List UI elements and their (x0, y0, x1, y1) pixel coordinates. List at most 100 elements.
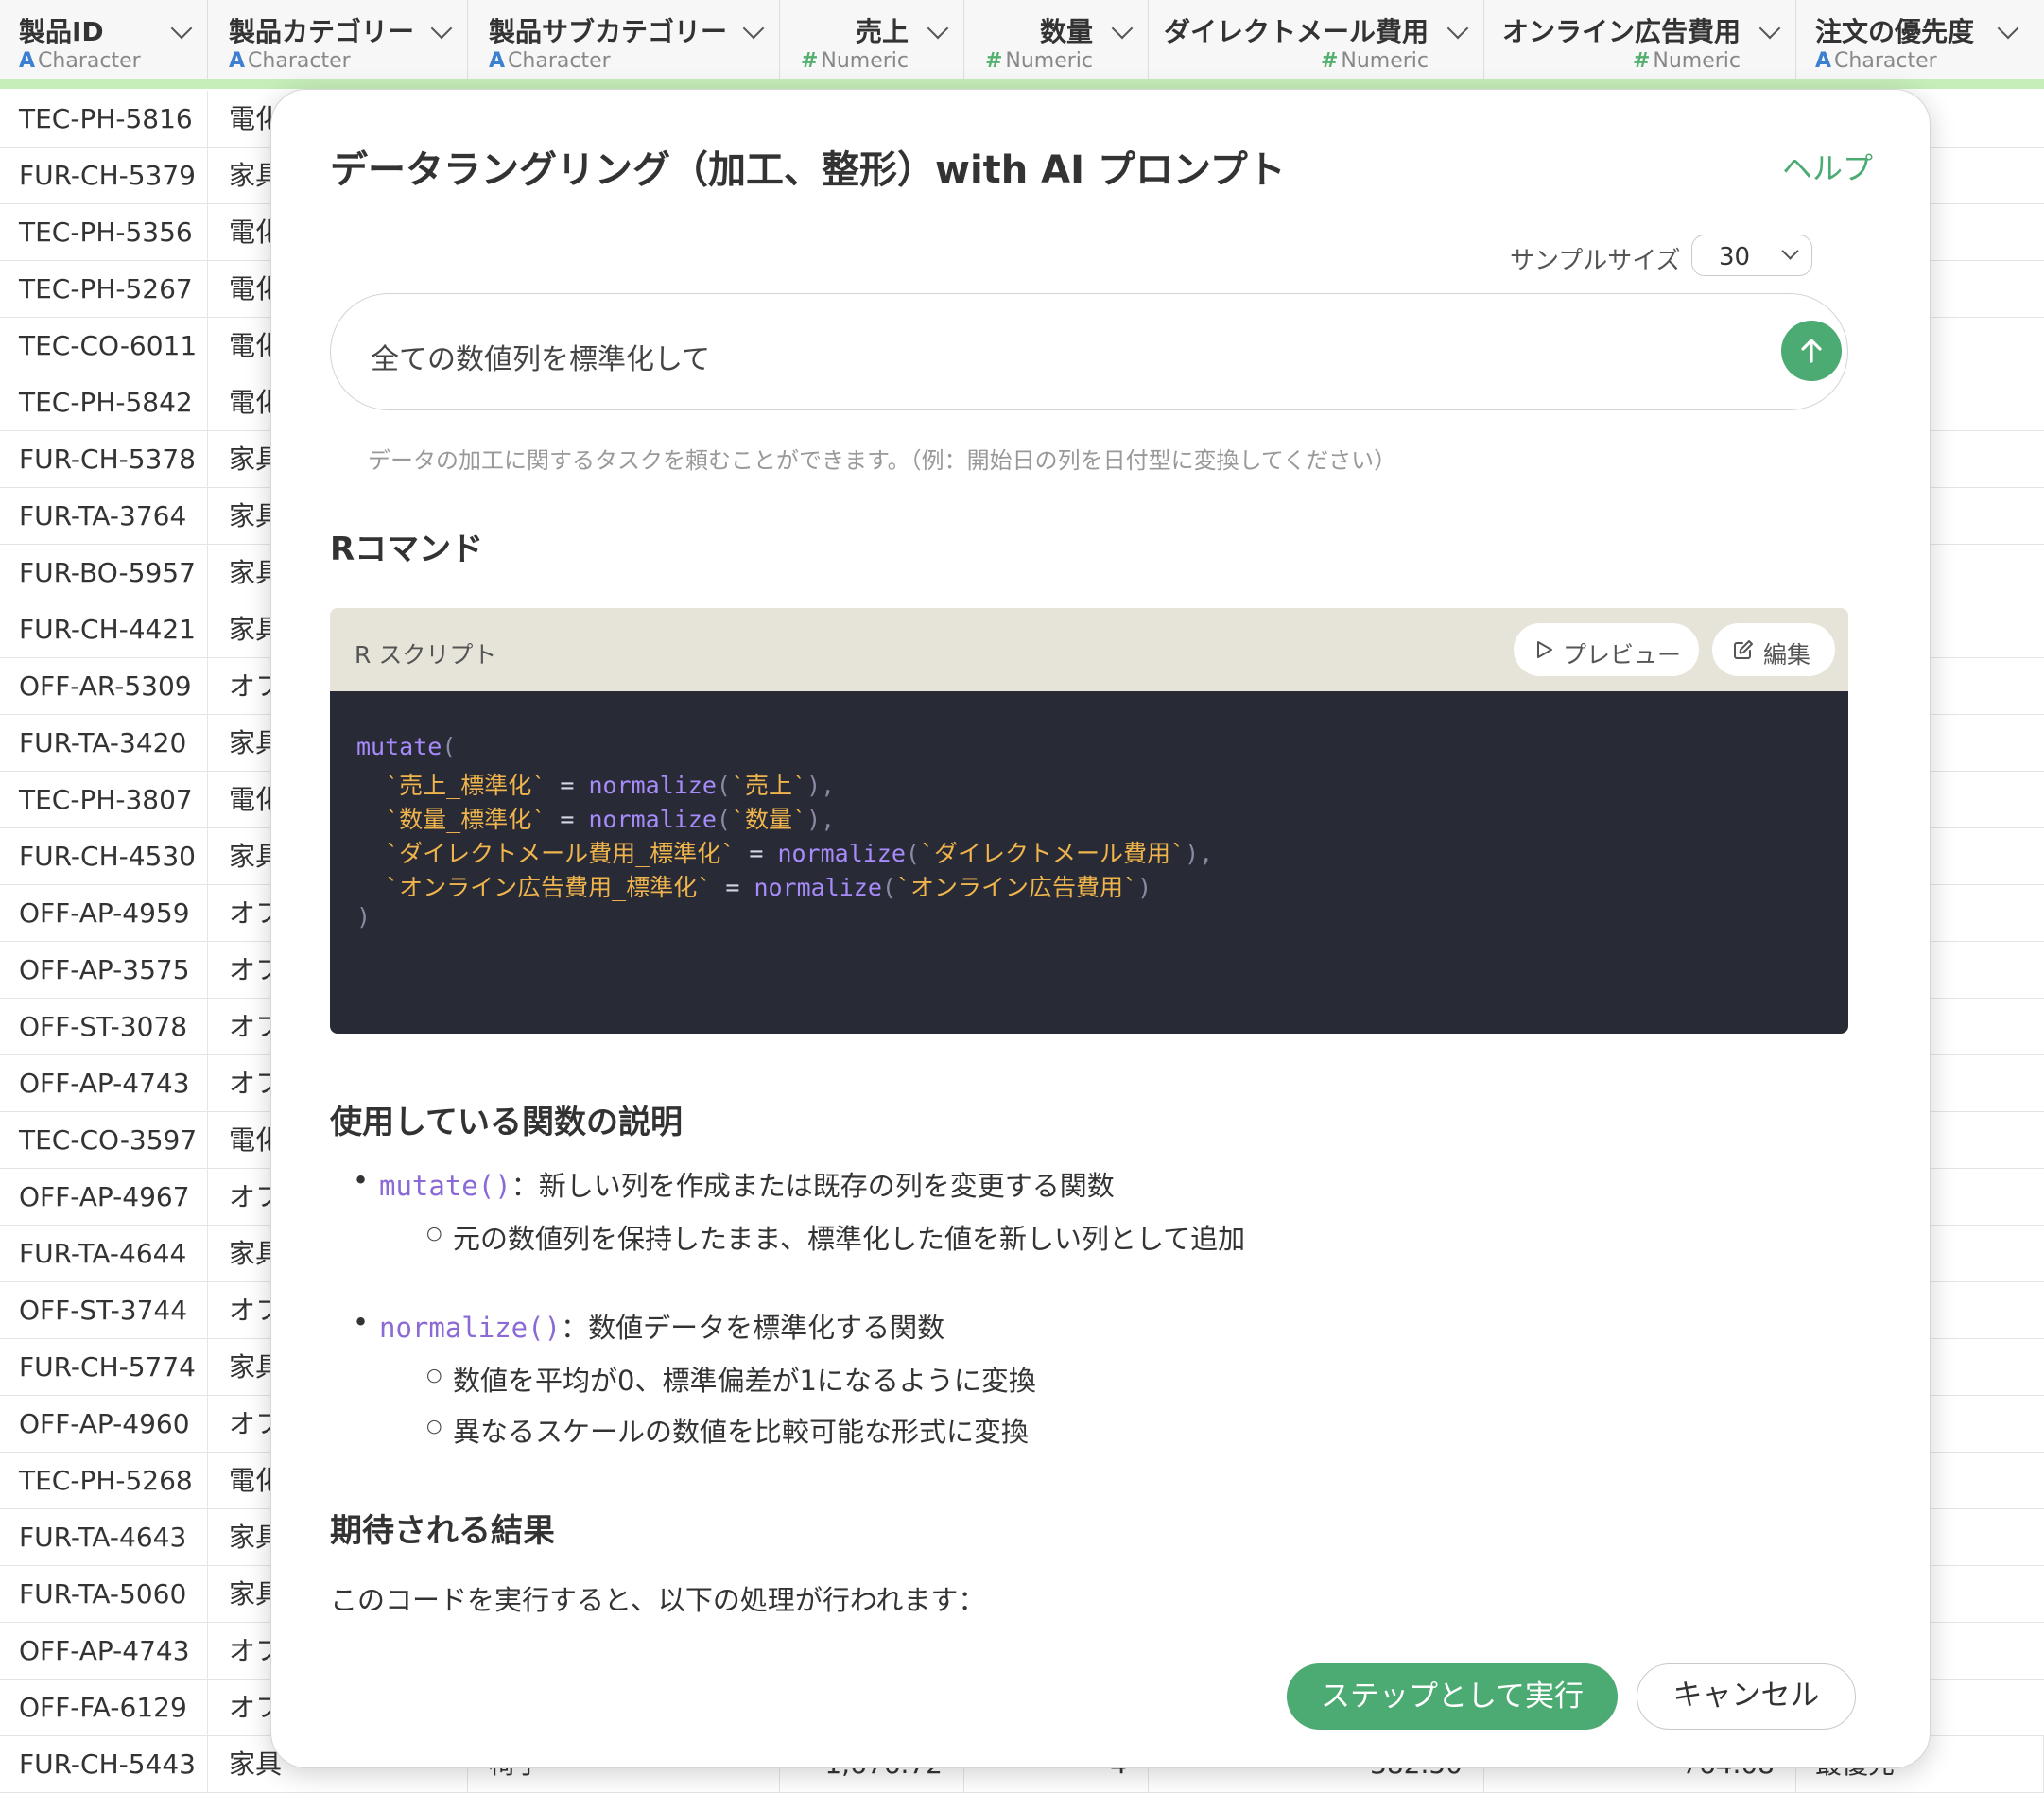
column-name: 数量 (1039, 16, 1093, 47)
cell-product-id[interactable]: TEC-CO-3597 (0, 1112, 208, 1169)
function-explanation-heading: 使用している関数の説明 (330, 1104, 683, 1141)
r-script-panel: R スクリプト プレビュー 編集 mutate( `売上_標準化` = norm… (330, 608, 1848, 1034)
play-icon (1537, 641, 1552, 658)
character-type-icon: A (489, 49, 506, 73)
code-block[interactable]: mutate( `売上_標準化` = normalize(`売上`), `数量_… (330, 691, 1848, 1034)
r-script-header: R スクリプト プレビュー 編集 (330, 608, 1848, 691)
column-name: 製品サブカテゴリー (489, 16, 728, 47)
chevron-down-icon[interactable] (927, 17, 949, 40)
column-type: A Character (489, 49, 611, 73)
cell-product-id[interactable]: TEC-PH-5816 (0, 91, 208, 148)
chevron-down-icon[interactable] (1111, 17, 1134, 40)
cell-product-id[interactable]: FUR-CH-4421 (0, 601, 208, 658)
function-name: normalize() (379, 1312, 562, 1344)
chevron-down-icon[interactable] (170, 17, 193, 40)
column-header-sales[interactable]: 売上 # Numeric (780, 0, 964, 79)
cell-product-id[interactable]: FUR-CH-5379 (0, 148, 208, 204)
numeric-type-icon: # (984, 49, 1003, 73)
cell-product-id[interactable]: OFF-AP-4959 (0, 885, 208, 942)
edit-icon (1734, 640, 1753, 659)
cell-product-id[interactable]: TEC-PH-3807 (0, 772, 208, 828)
column-header-quantity[interactable]: 数量 # Numeric (964, 0, 1149, 79)
r-script-label: R スクリプト (355, 641, 497, 669)
function-name: mutate() (379, 1170, 511, 1202)
chevron-down-icon (1781, 242, 1799, 260)
grid-header: 製品ID A Character 製品カテゴリー A Character 製品サブカ… (0, 0, 2044, 80)
column-header-order-priority[interactable]: 注文の優先度 A Character (1796, 0, 2044, 79)
column-header-direct-mail-cost[interactable]: ダイレクトメール費用 # Numeric (1149, 0, 1484, 79)
numeric-type-icon: # (1320, 49, 1339, 73)
edit-button[interactable]: 編集 (1712, 623, 1835, 676)
header-underline (0, 79, 2044, 89)
cell-product-id[interactable]: OFF-FA-6129 (0, 1680, 208, 1736)
edit-label: 編集 (1763, 641, 1811, 669)
chevron-down-icon[interactable] (1997, 17, 2019, 40)
character-type-icon: A (19, 49, 36, 73)
column-header-product-subcategory[interactable]: 製品サブカテゴリー A Character (468, 0, 780, 79)
list-subitem: 異なるスケールの数値を比較可能な形式に変換 (426, 1410, 1029, 1450)
column-header-online-ad-cost[interactable]: オンライン広告費用 # Numeric (1484, 0, 1796, 79)
column-name: 売上 (855, 16, 909, 47)
cell-product-id[interactable]: OFF-AP-4960 (0, 1396, 208, 1453)
help-link[interactable]: ヘルプ (1782, 145, 1873, 188)
prompt-hint: データの加工に関するタスクを頼むことができます。（例：開始日の列を日付型に変換し… (368, 447, 1397, 474)
cell-product-id[interactable]: FUR-CH-4530 (0, 828, 208, 885)
chevron-down-icon[interactable] (1758, 17, 1781, 40)
column-type: # Numeric (1632, 49, 1741, 73)
chevron-down-icon[interactable] (742, 17, 765, 40)
preview-button[interactable]: プレビュー (1514, 623, 1699, 676)
column-header-product-id[interactable]: 製品ID A Character (0, 0, 208, 79)
sample-size-select[interactable]: 30 (1691, 235, 1812, 276)
code-line: `売上_標準化` = normalize(`売上`), (385, 772, 836, 799)
cell-product-id[interactable]: TEC-CO-6011 (0, 318, 208, 374)
cell-product-id[interactable]: FUR-BO-5957 (0, 545, 208, 601)
function-description: ：数値データを標準化する関数 (561, 1312, 945, 1344)
cell-product-id[interactable]: FUR-TA-3420 (0, 715, 208, 772)
character-type-icon: A (1815, 49, 1832, 73)
cell-product-id[interactable]: FUR-CH-5443 (0, 1736, 208, 1793)
dialog-title: データラングリング（加工、整形）with AI プロンプト (330, 148, 1286, 192)
list-item: mutate()：新しい列を作成または既存の列を変更する関数 (353, 1164, 1115, 1204)
code-line: ) (356, 903, 372, 931)
chevron-down-icon[interactable] (1446, 17, 1469, 40)
cell-product-id[interactable]: OFF-AP-3575 (0, 942, 208, 999)
column-header-product-category[interactable]: 製品カテゴリー A Character (208, 0, 468, 79)
function-description: ：新しい列を作成または既存の列を変更する関数 (511, 1170, 1115, 1202)
cell-product-id[interactable]: FUR-TA-3764 (0, 488, 208, 545)
column-name: 製品ID (19, 16, 104, 47)
code-line: `ダイレクトメール費用_標準化` = normalize(`ダイレクトメール費用… (385, 840, 1214, 867)
column-type: # Numeric (800, 49, 909, 73)
cell-product-id[interactable]: OFF-AP-4743 (0, 1055, 208, 1112)
column-type: # Numeric (984, 49, 1093, 73)
cell-product-id[interactable]: FUR-TA-4643 (0, 1509, 208, 1566)
prompt-text[interactable]: 全ての数値列を標準化して (371, 336, 710, 377)
code-line: mutate( (356, 733, 457, 760)
cell-product-id[interactable]: OFF-ST-3078 (0, 999, 208, 1055)
cell-product-id[interactable]: TEC-PH-5842 (0, 374, 208, 431)
ai-prompt-dialog: データラングリング（加工、整形）with AI プロンプト ヘルプ サンプルサイ… (270, 89, 1931, 1768)
cell-product-id[interactable]: TEC-PH-5356 (0, 204, 208, 261)
cell-product-id[interactable]: OFF-AR-5309 (0, 658, 208, 715)
prompt-input[interactable]: 全ての数値列を標準化して (330, 293, 1848, 410)
numeric-type-icon: # (1632, 49, 1651, 73)
column-name: 注文の優先度 (1815, 16, 1975, 47)
chevron-down-icon[interactable] (430, 17, 453, 40)
cell-product-id[interactable]: FUR-TA-4644 (0, 1226, 208, 1282)
cell-product-id[interactable]: OFF-ST-3744 (0, 1282, 208, 1339)
cell-product-id[interactable]: OFF-AP-4967 (0, 1169, 208, 1226)
column-type: A Character (19, 49, 141, 73)
arrow-up-icon (1801, 339, 1822, 363)
send-button[interactable] (1781, 321, 1842, 381)
expected-result-heading: 期待される結果 (330, 1512, 555, 1550)
column-type: A Character (1815, 49, 1937, 73)
cell-product-id[interactable]: FUR-TA-5060 (0, 1566, 208, 1623)
cell-product-id[interactable]: TEC-PH-5267 (0, 261, 208, 318)
cell-product-id[interactable]: TEC-PH-5268 (0, 1453, 208, 1509)
run-as-step-button[interactable]: ステップとして実行 (1287, 1663, 1618, 1730)
cell-product-id[interactable]: FUR-CH-5774 (0, 1339, 208, 1396)
cell-product-id[interactable]: OFF-AP-4743 (0, 1623, 208, 1680)
cell-product-id[interactable]: FUR-CH-5378 (0, 431, 208, 488)
cancel-button[interactable]: キャンセル (1637, 1663, 1856, 1730)
column-name: 製品カテゴリー (229, 16, 415, 47)
expected-result-text: このコードを実行すると、以下の処理が行われます： (330, 1584, 986, 1616)
